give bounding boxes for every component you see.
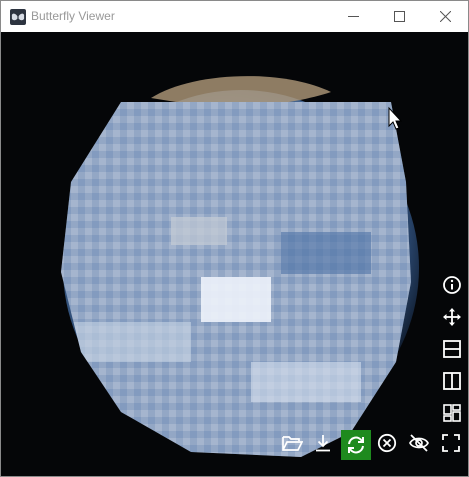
split-vertical-icon [443,372,461,390]
minimize-button[interactable] [330,1,376,32]
close-circle-icon [377,433,397,453]
sync-icon [348,436,364,454]
open-folder-button[interactable] [279,430,305,456]
split-horizontal-icon [443,340,461,358]
image-viewport[interactable] [1,32,468,476]
hide-interface-button[interactable] [406,430,432,456]
close-icon [439,11,451,22]
open-folder-icon [282,436,303,451]
minimize-icon [347,16,359,17]
info-button[interactable] [439,272,465,298]
grid-layout-button[interactable] [439,400,465,426]
move-arrows-icon [443,308,461,326]
download-button[interactable] [310,430,336,456]
move-button[interactable] [439,304,465,330]
close-image-button[interactable] [374,430,400,456]
split-horizontal-button[interactable] [439,336,465,362]
hide-eye-icon [409,434,429,452]
close-button[interactable] [422,1,468,32]
maximize-button[interactable] [376,1,422,32]
title-bar[interactable]: Butterfly Viewer [1,1,468,32]
maximize-icon [393,11,405,22]
sync-button[interactable] [341,430,371,460]
split-vertical-button[interactable] [439,368,465,394]
fullscreen-button[interactable] [438,430,464,456]
window-title: Butterfly Viewer [31,9,115,23]
butterfly-icon [10,9,26,25]
info-icon [443,276,461,294]
download-icon [316,435,330,452]
earth-image [61,76,419,457]
fullscreen-icon [442,434,460,452]
app-window: Butterfly Viewer [0,0,469,477]
grid-layout-icon [443,404,461,422]
pixelated-region [61,102,411,457]
